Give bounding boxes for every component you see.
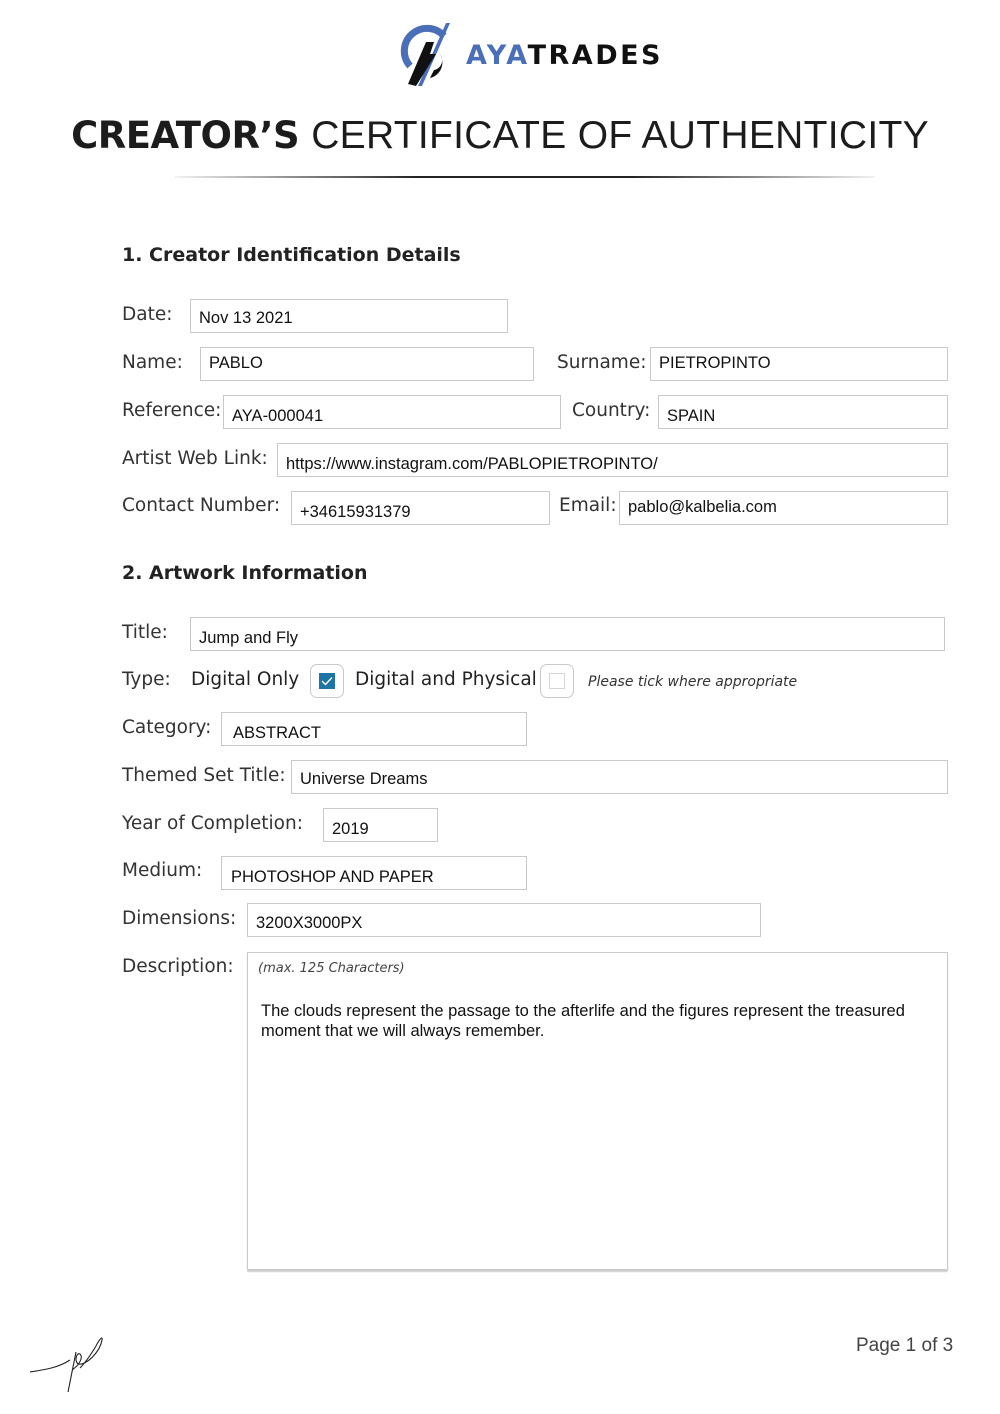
year-of-completion-field[interactable]: 2019 <box>323 808 438 842</box>
web-link-label: Artist Web Link: <box>122 448 268 469</box>
section-heading-artwork: 2. Artwork Information <box>122 562 368 584</box>
dimensions-field[interactable]: 3200X3000PX <box>247 903 761 937</box>
date-value: Nov 13 2021 <box>199 309 293 327</box>
type-digital-physical-checkbox[interactable] <box>540 664 574 698</box>
description-field[interactable]: (max. 125 Characters) The clouds represe… <box>247 952 948 1270</box>
page-number: Page 1 of 3 <box>856 1335 954 1356</box>
reference-value: AYA-000041 <box>232 407 324 425</box>
section-heading-creator: 1. Creator Identification Details <box>122 244 461 266</box>
brand-name-highlight: AYA <box>466 40 528 71</box>
type-label: Type: <box>122 669 171 690</box>
email-field[interactable]: pablo@kalbelia.com <box>619 491 948 525</box>
name-value: PABLO <box>209 354 263 372</box>
category-label: Category: <box>122 717 212 738</box>
title-value: Jump and Fly <box>199 629 299 647</box>
brand-name: AYATRADES <box>466 40 663 71</box>
date-field[interactable]: Nov 13 2021 <box>190 299 508 333</box>
description-value: The clouds represent the passage to the … <box>261 1002 905 1040</box>
title-field[interactable]: Jump and Fly <box>190 617 945 651</box>
medium-field[interactable]: PHOTOSHOP AND PAPER <box>221 856 527 890</box>
checkbox-unchecked <box>549 673 565 689</box>
name-label: Name: <box>122 352 183 373</box>
web-link-field[interactable]: https://www.instagram.com/PABLOPIETROPIN… <box>277 443 948 477</box>
document-title: CREATOR’S CERTIFICATE OF AUTHENTICITY <box>0 114 1000 158</box>
country-field[interactable]: SPAIN <box>658 395 948 429</box>
reference-field[interactable]: AYA-000041 <box>223 395 561 429</box>
title-label: Title: <box>122 622 168 643</box>
themed-set-title-value: Universe Dreams <box>300 770 428 788</box>
contact-number-field[interactable]: +34615931379 <box>291 491 550 525</box>
medium-label: Medium: <box>122 860 203 881</box>
type-digital-only-checkbox[interactable] <box>310 664 344 698</box>
contact-number-label: Contact Number: <box>122 495 281 516</box>
surname-label: Surname: <box>557 352 647 373</box>
document-title-bold: CREATOR’S <box>71 114 300 157</box>
email-value: pablo@kalbelia.com <box>628 498 777 516</box>
title-divider <box>175 176 875 178</box>
surname-value: PIETROPINTO <box>659 354 771 372</box>
surname-field[interactable]: PIETROPINTO <box>650 347 948 381</box>
year-of-completion-label: Year of Completion: <box>122 813 303 834</box>
type-option-digital-physical-label: Digital and Physical <box>355 669 537 690</box>
checkbox-checked <box>319 673 335 689</box>
signature-icon <box>29 1337 103 1393</box>
brand-logo: AYATRADES <box>400 20 670 90</box>
email-label: Email: <box>559 495 617 516</box>
date-label: Date: <box>122 304 173 325</box>
brand-name-rest: TRADES <box>527 40 663 71</box>
medium-value: PHOTOSHOP AND PAPER <box>231 868 434 886</box>
checkmark-icon <box>321 677 333 686</box>
web-link-value: https://www.instagram.com/PABLOPIETROPIN… <box>286 455 658 473</box>
category-field[interactable]: ABSTRACT <box>221 712 527 746</box>
document-title-light: CERTIFICATE OF AUTHENTICITY <box>311 114 929 157</box>
themed-set-title-field[interactable]: Universe Dreams <box>291 760 948 794</box>
category-value: ABSTRACT <box>233 724 322 742</box>
themed-set-title-label: Themed Set Title: <box>122 765 286 786</box>
description-hint: (max. 125 Characters) <box>258 961 405 976</box>
type-option-digital-only-label: Digital Only <box>191 669 300 690</box>
year-of-completion-value: 2019 <box>332 820 369 838</box>
reference-label: Reference: <box>122 400 222 421</box>
dimensions-label: Dimensions: <box>122 908 237 929</box>
dimensions-value: 3200X3000PX <box>256 914 363 932</box>
contact-number-value: +34615931379 <box>300 503 411 521</box>
country-value: SPAIN <box>667 407 716 425</box>
description-label: Description: <box>122 956 234 977</box>
type-hint: Please tick where appropriate <box>588 674 798 690</box>
ayatrades-logo-icon <box>400 23 450 86</box>
country-label: Country: <box>572 400 651 421</box>
name-field[interactable]: PABLO <box>200 347 534 381</box>
